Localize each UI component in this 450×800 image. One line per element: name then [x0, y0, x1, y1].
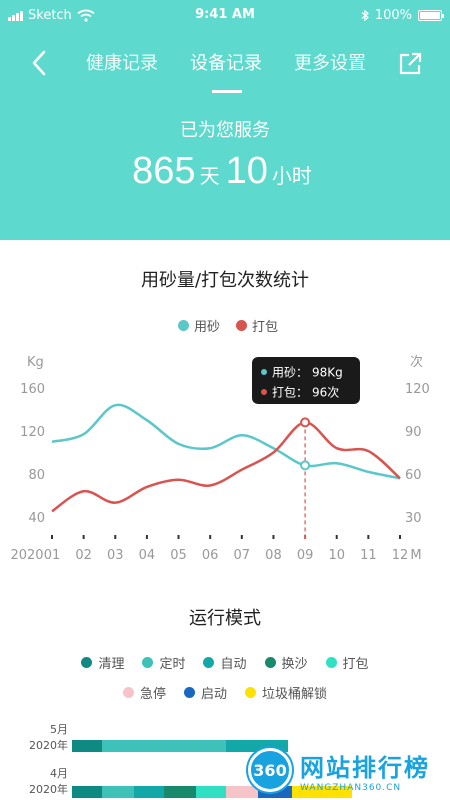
days-value: 865 [132, 150, 196, 192]
right-axis-unit: 次 [410, 354, 423, 370]
left-tick-label: 80 [28, 468, 45, 483]
mode-legend-label: 清理 [98, 657, 125, 672]
mode-legend-label: 自动 [220, 657, 247, 672]
mode-legend-item[interactable]: 自动 [203, 653, 247, 672]
mode-legend-swatch [183, 687, 195, 698]
mode-legend-label: 急停 [139, 687, 166, 702]
x-tick-label: 04 [139, 548, 156, 563]
status-bar: Sketch 9:41 AM 100% [0, 0, 450, 32]
battery-percent: 100% [374, 8, 412, 23]
days-unit: 天 [199, 164, 220, 188]
mode-legend-item[interactable]: 清理 [81, 653, 124, 672]
line-chart: Kg 次 40 80 120 160 30 60 90 120 01 02 03 04 05 06 07 08 09… [10, 354, 430, 563]
mode-legend-label: 打包 [342, 657, 369, 672]
right-tick-label: 90 [405, 425, 422, 440]
left-tick-label: 40 [28, 511, 45, 526]
x-tick-label: 03 [107, 548, 124, 563]
bar-year: 2020年 [29, 783, 68, 796]
left-tick-label: 160 [20, 382, 45, 397]
x-tick-label: 08 [265, 548, 282, 563]
mode-legend-swatch [203, 657, 215, 668]
mode-legend-item[interactable]: 启动 [183, 683, 227, 702]
tab-more-settings[interactable]: 更多设置 [278, 52, 382, 88]
status-right: 100% [361, 8, 444, 23]
x-tick-label: 06 [202, 548, 219, 563]
served-label: 已为您服务 [180, 120, 270, 141]
left-axis-unit: Kg [27, 355, 44, 370]
legend-pack[interactable]: 打包 [236, 316, 278, 335]
bar-month: 5月 [50, 723, 68, 736]
legend-sand[interactable]: 用砂 [178, 316, 220, 335]
legend-sand-swatch [178, 320, 189, 331]
watermark: 360 网站排行榜 WANGZHAN360.CN [248, 740, 450, 800]
tab-bar: 健康记录 设备记录 更多设置 [70, 52, 382, 93]
mode-legend-swatch [142, 657, 154, 668]
x-tick-label: 09 [297, 548, 314, 563]
mode-legend-item[interactable]: 垃圾桶解锁 [245, 683, 327, 702]
share-icon[interactable] [398, 52, 422, 76]
mode-legend-item[interactable]: 定时 [142, 653, 185, 672]
mode-legend-swatch [122, 687, 134, 698]
x-axis-prefix: 2020 [10, 548, 43, 563]
bluetooth-icon [361, 9, 369, 22]
tab-device-records[interactable]: 设备记录 [174, 52, 278, 93]
watermark-name: 网站排行榜 [300, 753, 430, 782]
tab-health-records[interactable]: 健康记录 [70, 52, 174, 88]
tooltip-swatch [261, 389, 267, 395]
legend-sand-label: 用砂 [194, 320, 221, 335]
chart-title: 用砂量/打包次数统计 [140, 270, 310, 291]
mode-legend-item[interactable]: 换沙 [264, 653, 308, 672]
right-tick-label: 120 [405, 382, 430, 397]
x-tick-label: 02 [75, 548, 92, 563]
mode-legend-swatch [245, 687, 256, 698]
x-tick-label: 10 [328, 548, 345, 563]
highlight-point-pack [300, 417, 311, 428]
mode-legend-label: 换沙 [281, 657, 308, 672]
tooltip-label: 打包： [272, 386, 308, 400]
legend-pack-swatch [236, 320, 248, 331]
mode-legend-row-2: 急停 启动 垃圾桶解锁 [0, 683, 450, 702]
right-tick-label: 30 [405, 511, 422, 526]
tooltip-value: 96次 [312, 386, 339, 400]
watermark-logo: 360 [248, 748, 292, 792]
x-tick-label: 01 [44, 548, 61, 563]
highlight-point-sand [300, 460, 311, 471]
x-tick-label: 05 [170, 548, 187, 563]
mode-legend-row-1: 清理 定时 自动 换沙 打包 [0, 653, 450, 672]
top-navigation: 健康记录 设备记录 更多设置 [0, 44, 450, 93]
x-tick-label: 07 [234, 548, 251, 563]
legend-pack-label: 打包 [252, 320, 279, 335]
tooltip-swatch [261, 369, 267, 375]
back-icon[interactable] [28, 50, 52, 76]
hours-unit: 小时 [271, 164, 312, 188]
mode-legend-label: 启动 [200, 687, 227, 702]
left-tick-label: 120 [20, 425, 45, 440]
mode-legend-item[interactable]: 急停 [122, 683, 166, 702]
tooltip-value: 98Kg [312, 366, 343, 380]
service-duration: 865 天 10 小时 [0, 150, 450, 193]
x-tick-label: 11 [360, 548, 377, 563]
tooltip-label: 用砂： [272, 366, 308, 380]
bar-year: 2020年 [29, 739, 68, 752]
bar-label-april: 4月 2020年 [22, 766, 68, 798]
mode-title: 运行模式 [189, 608, 261, 629]
mode-legend-label: 垃圾桶解锁 [262, 687, 328, 702]
watermark-domain: WANGZHAN360.CN [300, 782, 402, 793]
bar-month: 4月 [50, 767, 68, 780]
hours-value: 10 [225, 150, 268, 192]
right-tick-label: 60 [405, 468, 422, 483]
x-axis-unit: M [410, 548, 421, 563]
mode-legend-label: 定时 [159, 657, 186, 672]
chart-legend: 用砂 打包 [178, 316, 278, 335]
mode-legend-swatch [264, 657, 276, 668]
x-tick-label: 12 [392, 548, 409, 563]
mode-legend-item[interactable]: 打包 [325, 653, 369, 672]
series-line-sand [51, 403, 401, 480]
bar-label-may: 5月 2020年 [22, 722, 68, 754]
mode-legend-swatch [325, 657, 337, 668]
battery-icon [418, 10, 444, 21]
mode-legend-swatch [81, 657, 93, 668]
